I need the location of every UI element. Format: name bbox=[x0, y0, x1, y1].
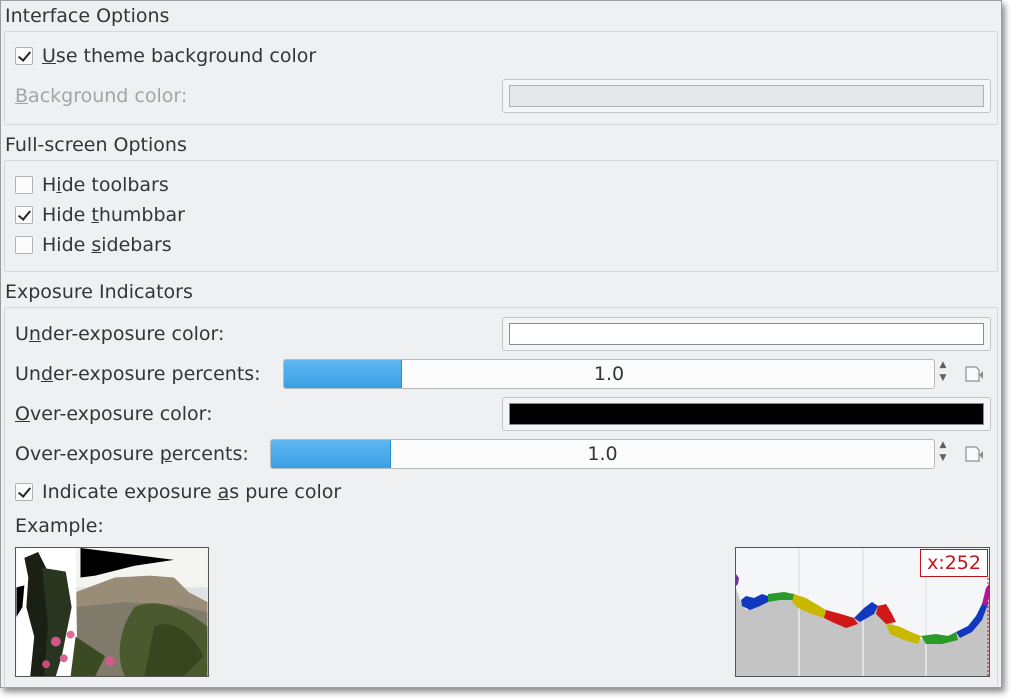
over-percent-reset-icon[interactable] bbox=[964, 445, 984, 463]
pure-color-label[interactable]: Indicate exposure as pure color bbox=[42, 479, 341, 505]
spin-up-icon[interactable]: ▲ bbox=[936, 359, 950, 372]
example-label: Example: bbox=[15, 515, 104, 537]
over-color-label: Over-exposure color: bbox=[15, 403, 213, 425]
hide-toolbars-label[interactable]: Hide toolbars bbox=[42, 172, 169, 198]
under-percent-spin-arrows[interactable]: ▲ ▼ bbox=[936, 359, 950, 389]
under-percent-slider[interactable]: 1.0 bbox=[283, 359, 935, 389]
under-color-label: Under-exposure color: bbox=[15, 323, 225, 345]
bg-color-button[interactable] bbox=[502, 79, 991, 113]
hide-thumbbar-checkbox[interactable] bbox=[15, 206, 33, 224]
hide-thumbbar-label[interactable]: Hide thumbbar bbox=[42, 202, 185, 228]
spin-down-icon[interactable]: ▼ bbox=[936, 372, 950, 385]
fullscreen-options-title: Full-screen Options bbox=[5, 134, 187, 156]
under-percent-value: 1.0 bbox=[593, 363, 625, 385]
over-percent-spin-arrows[interactable]: ▲ ▼ bbox=[936, 439, 950, 469]
exposure-indicators-title: Exposure Indicators bbox=[5, 281, 193, 303]
settings-page: Interface Options Use theme background c… bbox=[0, 0, 1002, 688]
pure-color-checkbox[interactable] bbox=[15, 483, 33, 501]
spin-down-icon[interactable]: ▼ bbox=[936, 452, 950, 465]
over-percent-label: Over-exposure percents: bbox=[15, 443, 249, 465]
hide-sidebars-label[interactable]: Hide sidebars bbox=[42, 232, 172, 258]
histogram-x-readout: x:252 bbox=[920, 549, 988, 577]
example-preview-image bbox=[15, 547, 209, 677]
use-theme-bg-checkbox[interactable] bbox=[15, 47, 33, 65]
histogram-widget: x:252 bbox=[735, 547, 990, 677]
over-percent-value: 1.0 bbox=[587, 443, 618, 465]
under-color-button[interactable] bbox=[502, 317, 991, 351]
hide-sidebars-checkbox[interactable] bbox=[15, 236, 33, 254]
spin-up-icon[interactable]: ▲ bbox=[936, 439, 950, 452]
over-percent-slider[interactable]: 1.0 bbox=[270, 439, 935, 469]
over-color-button[interactable] bbox=[502, 397, 991, 431]
bg-color-label: Background color: bbox=[15, 85, 188, 107]
under-percent-label: Under-exposure percents: bbox=[15, 363, 261, 385]
interface-options-title: Interface Options bbox=[5, 5, 170, 27]
hide-toolbars-checkbox[interactable] bbox=[15, 176, 33, 194]
under-color-swatch bbox=[509, 323, 984, 345]
use-theme-bg-label[interactable]: Use theme background color bbox=[42, 43, 316, 69]
under-percent-reset-icon[interactable] bbox=[964, 365, 984, 383]
bg-color-swatch bbox=[509, 85, 984, 107]
over-color-swatch bbox=[509, 403, 984, 425]
